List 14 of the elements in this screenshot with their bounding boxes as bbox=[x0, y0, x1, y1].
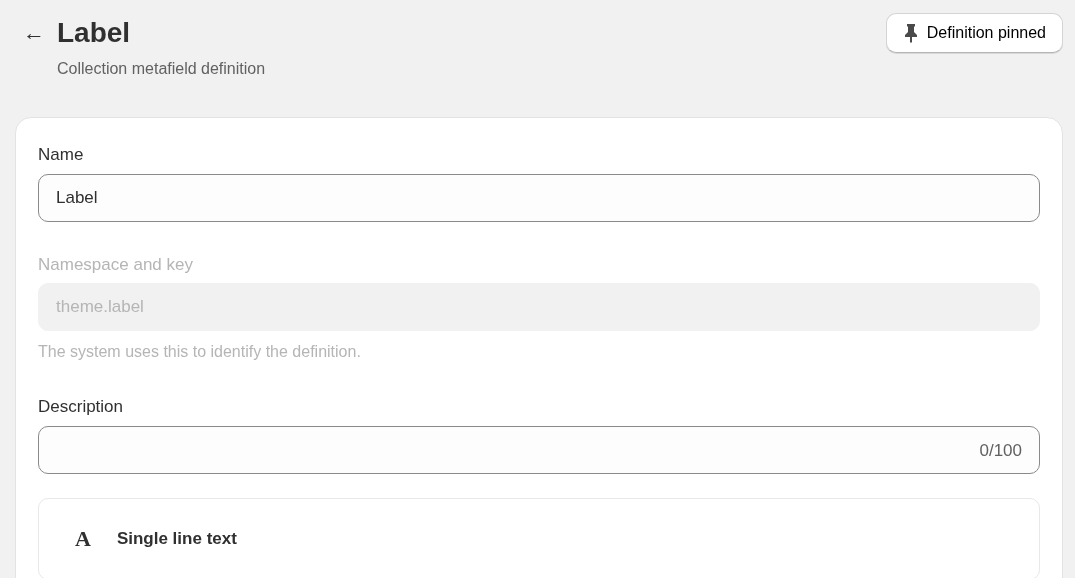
field-label: Name bbox=[38, 144, 85, 166]
field-label: Namespace and key bbox=[38, 253, 194, 276]
pin-icon bbox=[902, 23, 919, 43]
text-field[interactable]: Label bbox=[38, 173, 1040, 222]
text-type-icon: A bbox=[75, 522, 91, 555]
page-subtitle: Collection metafield definition bbox=[57, 59, 266, 79]
back-button[interactable]: ← bbox=[15, 15, 57, 51]
page-title: Label bbox=[57, 16, 132, 50]
help-text: The system uses this to identify the definition. bbox=[38, 342, 362, 362]
text-field[interactable] bbox=[38, 425, 1040, 474]
character-counter: 0/100 bbox=[979, 439, 1022, 462]
pin-button[interactable]: Definition pinned bbox=[885, 13, 1063, 53]
type-label: Single line text bbox=[116, 527, 237, 550]
field-label: Description bbox=[38, 396, 125, 418]
